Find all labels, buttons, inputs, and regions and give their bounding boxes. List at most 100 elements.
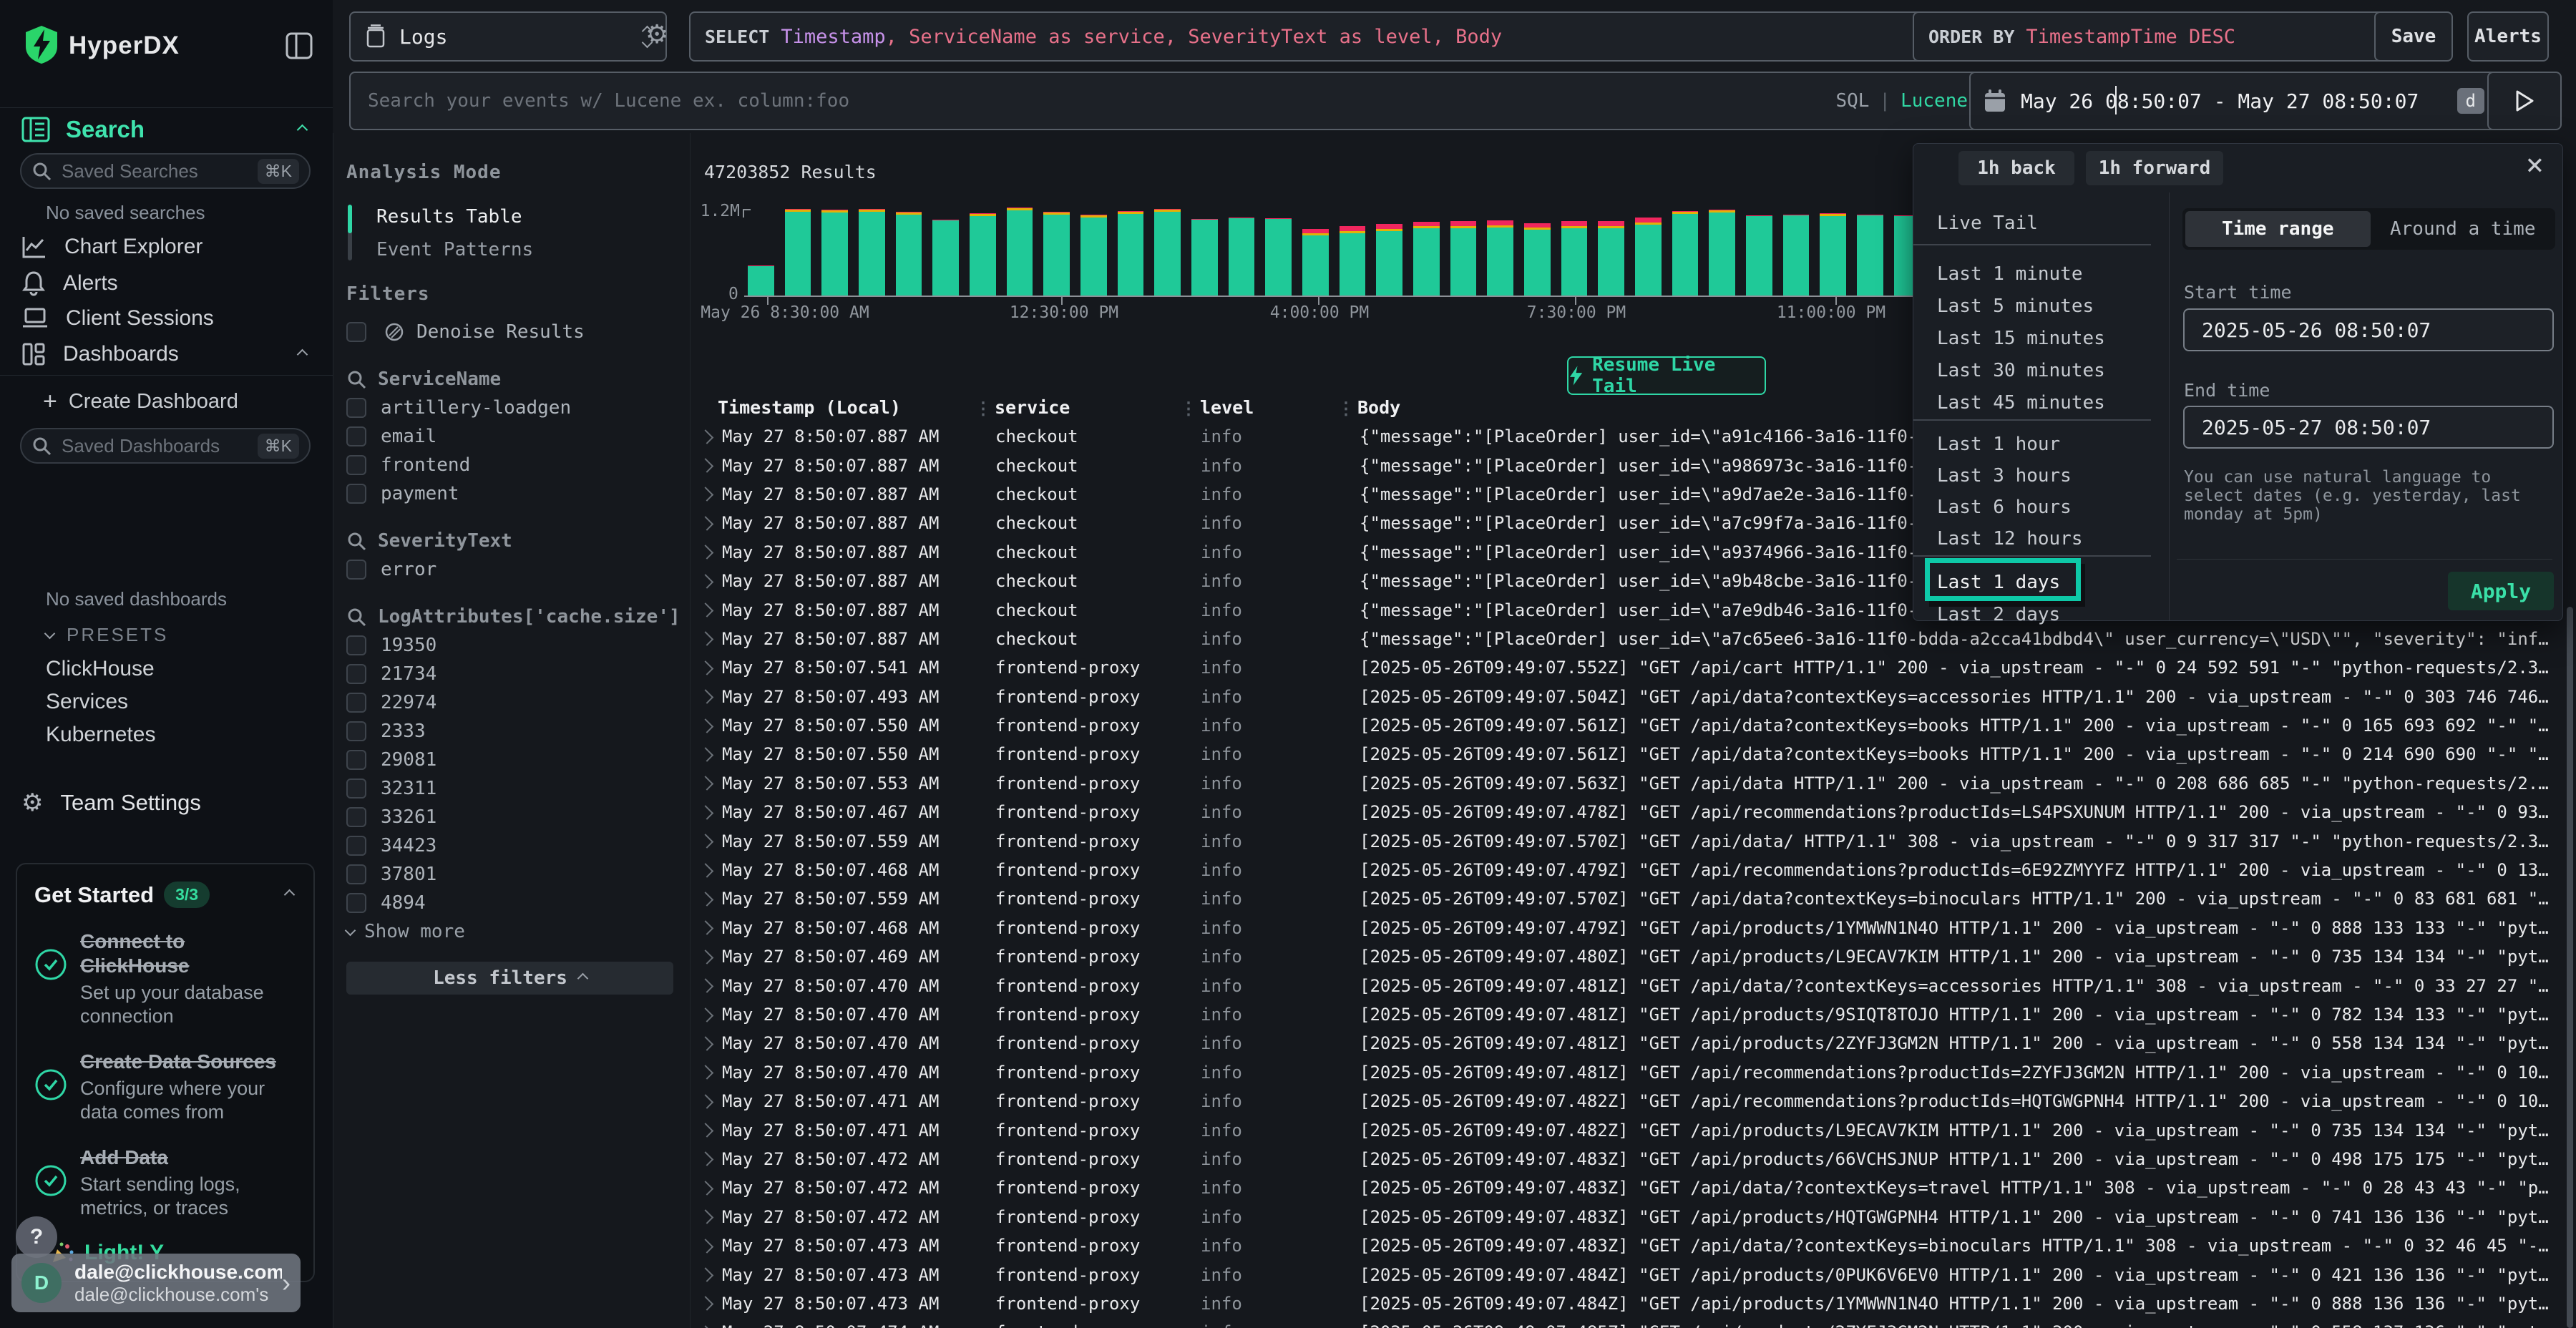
- row-expand-icon[interactable]: [699, 1094, 714, 1109]
- column-header-service[interactable]: service: [995, 397, 1180, 423]
- histogram-bar[interactable]: [1118, 211, 1144, 296]
- histogram-bar[interactable]: [896, 212, 922, 296]
- histogram-bar[interactable]: [1229, 218, 1255, 296]
- table-row[interactable]: May 27 8:50:07.550 AMfrontend-proxyinfo[…: [698, 740, 2563, 768]
- hyperdx-logo-icon[interactable]: [23, 24, 60, 64]
- get-started-step[interactable]: Create Data Sources Configure where your…: [34, 1050, 296, 1124]
- create-dashboard-button[interactable]: + Create Dashboard: [43, 388, 238, 416]
- row-expand-icon[interactable]: [699, 747, 714, 762]
- row-expand-icon[interactable]: [699, 516, 714, 531]
- column-header-level[interactable]: level: [1200, 397, 1337, 423]
- time-option[interactable]: Last 5 minutes: [1937, 296, 2094, 317]
- source-select[interactable]: Logs: [349, 11, 667, 62]
- tab-around-a-time[interactable]: Around a time: [2371, 218, 2556, 240]
- chevron-up-icon[interactable]: [297, 124, 308, 135]
- chevron-up-icon[interactable]: [297, 348, 308, 360]
- table-row[interactable]: May 27 8:50:07.470 AMfrontend-proxyinfo[…: [698, 971, 2563, 1000]
- time-option[interactable]: Last 1 minute: [1937, 263, 2083, 285]
- user-menu[interactable]: D dale@clickhouse.com dale@clickhouse.co…: [11, 1254, 301, 1312]
- checkbox[interactable]: [346, 721, 366, 741]
- table-row[interactable]: May 27 8:50:07.470 AMfrontend-proxyinfo[…: [698, 1029, 2563, 1058]
- row-expand-icon[interactable]: [699, 892, 714, 907]
- row-expand-icon[interactable]: [699, 949, 714, 965]
- sidebar-item-dashboards[interactable]: Dashboards: [21, 342, 312, 366]
- resume-live-tail-button[interactable]: Resume Live Tail: [1567, 356, 1766, 395]
- checkbox[interactable]: [346, 893, 366, 913]
- sidebar-item-kubernetes[interactable]: Kubernetes: [46, 723, 155, 747]
- table-row[interactable]: May 27 8:50:07.472 AMfrontend-proxyinfo[…: [698, 1173, 2563, 1202]
- table-row[interactable]: May 27 8:50:07.493 AMfrontend-proxyinfo[…: [698, 683, 2563, 711]
- sidebar-item-search[interactable]: Search: [21, 116, 312, 143]
- table-row[interactable]: May 27 8:50:07.473 AMfrontend-proxyinfo[…: [698, 1289, 2563, 1318]
- row-expand-icon[interactable]: [699, 921, 714, 936]
- histogram-bar[interactable]: [1007, 208, 1033, 296]
- column-resize-handle[interactable]: ⋮: [1180, 399, 1200, 423]
- table-row[interactable]: May 27 8:50:07.470 AMfrontend-proxyinfo[…: [698, 1000, 2563, 1029]
- row-expand-icon[interactable]: [699, 805, 714, 820]
- histogram-bar[interactable]: [1524, 223, 1551, 296]
- filter-checkbox-row[interactable]: 34423: [346, 831, 675, 860]
- select-clause-input[interactable]: SELECT Timestamp, ServiceName as service…: [689, 11, 1933, 62]
- alerts-button[interactable]: Alerts: [2467, 11, 2549, 62]
- row-expand-icon[interactable]: [699, 1325, 714, 1328]
- time-option[interactable]: Last 2 days: [1937, 604, 2060, 625]
- row-expand-icon[interactable]: [699, 1065, 714, 1080]
- collapse-sidebar-icon[interactable]: [285, 31, 313, 60]
- histogram-bar[interactable]: [859, 209, 885, 296]
- sidebar-item-client-sessions[interactable]: Client Sessions: [21, 306, 312, 331]
- filter-checkbox-row[interactable]: 21734: [346, 660, 675, 688]
- time-option[interactable]: Last 30 minutes: [1937, 360, 2105, 381]
- row-expand-icon[interactable]: [699, 602, 714, 617]
- time-option[interactable]: Last 12 hours: [1937, 528, 2083, 550]
- sql-mode-toggle[interactable]: SQL: [1835, 90, 1869, 112]
- filter-checkbox-row[interactable]: 22974: [346, 688, 675, 717]
- histogram-bar[interactable]: [1783, 215, 1810, 296]
- checkbox[interactable]: [346, 750, 366, 770]
- checkbox[interactable]: [346, 455, 366, 475]
- histogram-bar[interactable]: [1709, 210, 1735, 296]
- start-time-input[interactable]: 2025-05-26 08:50:07: [2183, 308, 2554, 351]
- show-more-button[interactable]: Show more: [346, 917, 675, 946]
- row-expand-icon[interactable]: [699, 978, 714, 993]
- row-expand-icon[interactable]: [699, 718, 714, 733]
- checkbox[interactable]: [346, 693, 366, 713]
- histogram-bar[interactable]: [1635, 218, 1662, 296]
- histogram-bar[interactable]: [1746, 215, 1772, 296]
- table-row[interactable]: May 27 8:50:07.559 AMfrontend-proxyinfo[…: [698, 826, 2563, 855]
- filter-checkbox-row[interactable]: 29081: [346, 746, 675, 774]
- sidebar-item-clickhouse[interactable]: ClickHouse: [46, 657, 155, 681]
- checkbox[interactable]: [346, 560, 366, 580]
- date-range-picker[interactable]: May 26 08:50:07 - May 27 08:50:07 d: [1969, 72, 2499, 130]
- row-expand-icon[interactable]: [699, 660, 714, 675]
- apply-button[interactable]: Apply: [2448, 572, 2554, 610]
- table-row[interactable]: May 27 8:50:07.473 AMfrontend-proxyinfo[…: [698, 1231, 2563, 1260]
- run-query-button[interactable]: [2487, 72, 2562, 130]
- filter-checkbox-row[interactable]: 2333: [346, 717, 675, 746]
- filter-checkbox-row[interactable]: 33261: [346, 803, 675, 831]
- filter-checkbox-row[interactable]: payment: [346, 479, 675, 508]
- histogram-bar[interactable]: [1598, 221, 1624, 296]
- histogram-bar[interactable]: [1376, 224, 1402, 296]
- histogram-bar[interactable]: [821, 210, 848, 296]
- histogram-bar[interactable]: [1672, 211, 1699, 296]
- histogram-bar[interactable]: [1302, 229, 1329, 296]
- table-row[interactable]: May 27 8:50:07.473 AMfrontend-proxyinfo[…: [698, 1260, 2563, 1289]
- row-expand-icon[interactable]: [699, 487, 714, 502]
- one-hour-forward-button[interactable]: 1h forward: [2086, 151, 2223, 185]
- time-option[interactable]: Last 6 hours: [1937, 497, 2072, 518]
- row-expand-icon[interactable]: [699, 429, 714, 444]
- checkbox[interactable]: [346, 426, 366, 446]
- row-expand-icon[interactable]: [699, 1267, 714, 1282]
- table-row[interactable]: May 27 8:50:07.471 AMfrontend-proxyinfo[…: [698, 1115, 2563, 1144]
- row-expand-icon[interactable]: [699, 1181, 714, 1196]
- checkbox[interactable]: [346, 807, 366, 827]
- table-row[interactable]: May 27 8:50:07.541 AMfrontend-proxyinfo[…: [698, 653, 2563, 682]
- row-expand-icon[interactable]: [699, 689, 714, 704]
- chevron-up-icon[interactable]: [284, 889, 296, 901]
- filter-checkbox-row[interactable]: 32311: [346, 774, 675, 803]
- table-row[interactable]: May 27 8:50:07.471 AMfrontend-proxyinfo[…: [698, 1087, 2563, 1115]
- column-header-timestamp[interactable]: Timestamp (Local): [718, 397, 975, 423]
- close-icon[interactable]: ×: [2526, 150, 2544, 180]
- histogram-bar[interactable]: [1857, 215, 1883, 296]
- order-by-input[interactable]: ORDER BY TimestampTime DESC: [1913, 11, 2391, 62]
